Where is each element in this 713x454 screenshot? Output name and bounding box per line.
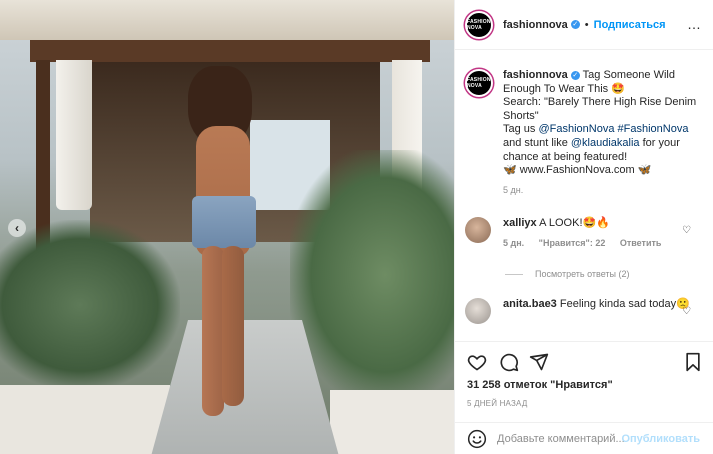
- follow-button[interactable]: Подписаться: [594, 19, 666, 31]
- comment-text: A LOOK!🤩🔥: [539, 217, 610, 229]
- bookmark-icon[interactable]: [683, 352, 703, 372]
- comment-body: xalliyx A LOOK!🤩🔥 5 дн. "Нравится": 22 О…: [503, 217, 693, 250]
- carousel-prev-button[interactable]: ‹: [8, 219, 26, 237]
- model-shorts: [192, 196, 256, 248]
- comment-item: anita.bae3 Feeling kinda sad today🙁 ♡: [465, 298, 705, 324]
- replies-line: [505, 273, 523, 275]
- caption-line4: 🦋 www.FashionNova.com 🦋: [503, 164, 652, 177]
- share-icon[interactable]: [529, 352, 549, 372]
- header-separator: •: [584, 18, 589, 31]
- caption-line3-prefix: Tag us: [503, 123, 539, 136]
- post-header: FASHION NOVA fashionnova ✓ • Подписаться…: [455, 0, 713, 50]
- comment-item: xalliyx A LOOK!🤩🔥 5 дн. "Нравится": 22 О…: [465, 217, 705, 250]
- chevron-left-icon: ‹: [15, 221, 19, 235]
- mention-klaudiakalia[interactable]: @klaudiakalia: [571, 137, 640, 149]
- heart-icon[interactable]: ♡: [682, 225, 691, 236]
- heart-icon[interactable]: ♡: [682, 306, 691, 317]
- comment-avatar[interactable]: [465, 298, 491, 324]
- add-comment-bar: Добавьте комментарий... Опубликовать: [455, 422, 713, 454]
- comment-reply-button[interactable]: Ответить: [620, 238, 662, 248]
- username-link[interactable]: fashionnova: [503, 19, 568, 31]
- palm-left: [0, 220, 180, 390]
- comment-body: anita.bae3 Feeling kinda sad today🙁: [503, 298, 693, 324]
- palm-right: [290, 150, 454, 400]
- caption: FASHION NOVA fashionnova ✓ Tag Someone Wi…: [465, 69, 705, 197]
- heart-icon[interactable]: [467, 352, 487, 372]
- caption-username[interactable]: fashionnova: [503, 69, 568, 81]
- post-date: 5 ДНЕЙ НАЗАД: [467, 399, 528, 408]
- comment-username[interactable]: xalliyx: [503, 217, 537, 229]
- view-replies-button[interactable]: Посмотреть ответы (2): [505, 269, 630, 279]
- mention-fashionnova[interactable]: @FashionNova: [538, 123, 614, 135]
- caption-avatar[interactable]: FASHION NOVA: [465, 69, 493, 97]
- comment-text: Feeling kinda sad today🙁: [559, 298, 690, 310]
- gazebo-beam: [30, 40, 430, 62]
- model-figure: [180, 66, 264, 426]
- comment-likes[interactable]: "Нравится": 22: [539, 238, 606, 248]
- comments-list[interactable]: FASHION NOVA fashionnova ✓ Tag Someone Wi…: [455, 51, 713, 341]
- gazebo-roof: [0, 0, 454, 40]
- action-icons: [467, 352, 703, 374]
- post-comment-button[interactable]: Опубликовать: [621, 433, 700, 445]
- caption-time: 5 дн.: [503, 184, 524, 195]
- caption-line2: Search: "Barely There High Rise Denim Sh…: [503, 96, 697, 122]
- comment-input[interactable]: Добавьте комментарий...: [497, 433, 627, 445]
- emoji-icon[interactable]: [467, 429, 487, 449]
- model-leg-left: [202, 246, 224, 416]
- gravel-left: [0, 385, 170, 454]
- curtain-left: [56, 60, 92, 210]
- avatar-logo-text: FASHION NOVA: [467, 18, 491, 31]
- likes-count[interactable]: 31 258 отметок "Нравится": [467, 379, 613, 391]
- caption-avatar-logo-text: FASHION NOVA: [467, 77, 491, 89]
- comment-meta: 5 дн. "Нравится": 22 Ответить: [503, 237, 693, 251]
- comment-username[interactable]: anita.bae3: [503, 298, 557, 310]
- verified-icon: ✓: [570, 20, 580, 29]
- post-side-panel: FASHION NOVA fashionnova ✓ • Подписаться…: [454, 0, 713, 454]
- more-icon[interactable]: …: [687, 17, 702, 31]
- model-leg-right: [222, 246, 244, 406]
- comment-icon[interactable]: [499, 352, 519, 372]
- gravel-right: [330, 390, 454, 454]
- post-actions: 31 258 отметок "Нравится" 5 ДНЕЙ НАЗАД Д…: [455, 341, 713, 454]
- caption-text: fashionnova ✓ Tag Someone Wild Enough To …: [503, 69, 703, 197]
- comment-avatar[interactable]: [465, 217, 491, 243]
- post-photo[interactable]: ‹: [0, 0, 454, 454]
- verified-icon: ✓: [570, 70, 580, 80]
- avatar[interactable]: FASHION NOVA: [465, 10, 493, 39]
- hashtag-fashionnova[interactable]: #FashionNova: [618, 123, 689, 135]
- caption-line3-mid: and stunt like: [503, 136, 571, 149]
- comment-time: 5 дн.: [503, 237, 525, 248]
- view-replies-label: Посмотреть ответы (2): [535, 269, 630, 279]
